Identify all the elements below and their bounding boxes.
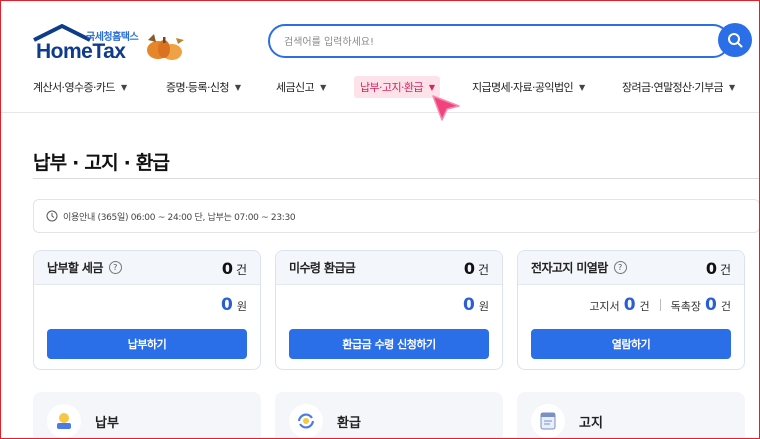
card-amount: 0원 — [463, 295, 489, 315]
quick-link-notice[interactable]: 고지 — [517, 392, 745, 439]
header-divider — [0, 112, 760, 113]
card-count: 0건 — [705, 259, 731, 278]
chevron-down-icon: ▼ — [428, 82, 435, 92]
separator — [659, 299, 661, 311]
payment-icon — [57, 413, 71, 429]
chevron-down-icon: ▼ — [579, 82, 585, 92]
pumpkin-icon — [147, 34, 184, 60]
site-header: 국세청홈택스 HomeTax 계산서·영수증·카드▼ 증명·등록·신청▼ 세금신… — [0, 0, 760, 112]
chevron-down-icon: ▼ — [320, 82, 326, 92]
view-notice-button[interactable]: 열람하기 — [531, 329, 731, 359]
quick-link-label: 환급 — [337, 416, 361, 431]
hometax-logo[interactable]: 국세청홈택스 HomeTax — [30, 22, 190, 66]
quick-link-label: 납부 — [95, 416, 119, 431]
card-title: 납부할 세금 — [47, 261, 103, 275]
notice-bill-icon — [540, 412, 556, 430]
card-unclaimed-refund: 미수령 환급금 0건 0원 환급금 수령 신청하기 — [275, 250, 503, 370]
pointer-cursor-icon — [432, 95, 460, 121]
chevron-down-icon: ▼ — [234, 82, 241, 92]
card-unread-e-notice: 전자고지 미열람 ? 0건 고지서 0 건 독촉장 0 건 열람하기 — [517, 250, 745, 370]
refund-claim-button[interactable]: 환급금 수령 신청하기 — [289, 329, 489, 359]
refund-icon — [297, 413, 315, 429]
card-amount: 0원 — [221, 295, 247, 315]
nav-item-payment-notice-refund[interactable]: 납부·고지·환급 ▼ — [354, 76, 441, 98]
nav-item-incentive-yearend-donation[interactable]: 장려금·연말정산·기부금 ▼ — [622, 76, 735, 98]
card-count: 0건 — [221, 259, 247, 278]
clock-icon — [46, 210, 58, 222]
main-navigation: 계산서·영수증·카드 ▼ 증명·등록·신청 ▼ 세금신고 ▼ 납부·고지·환급 ▼ 지급… — [0, 76, 760, 100]
pay-button[interactable]: 납부하기 — [47, 329, 247, 359]
nav-item-payment-statement[interactable]: 지급명세·자료·공익법인 ▼ — [472, 76, 585, 98]
nav-item-invoice-receipt-card[interactable]: 계산서·영수증·카드 ▼ — [33, 76, 127, 98]
quick-link-payment[interactable]: 납부 — [33, 392, 261, 439]
card-title: 전자고지 미열람 — [531, 261, 608, 275]
quick-link-label: 고지 — [579, 416, 603, 431]
logo-title: HomeTax — [36, 40, 126, 63]
nav-item-certificate-registration[interactable]: 증명·등록·신청 ▼ — [166, 76, 241, 98]
title-divider — [33, 178, 760, 179]
card-count: 0건 — [463, 259, 489, 278]
card-title: 미수령 환급금 — [289, 261, 356, 275]
help-icon[interactable]: ? — [613, 261, 627, 274]
help-icon[interactable]: ? — [108, 261, 122, 274]
search-icon — [728, 33, 743, 48]
search-box — [268, 24, 730, 58]
quick-link-refund[interactable]: 환급 — [275, 392, 503, 439]
usage-notice: 이용안내 (365일) 06:00 ~ 24:00 단, 납부는 07:00 ~… — [33, 199, 760, 233]
chevron-down-icon: ▼ — [120, 82, 127, 92]
card-tax-to-pay: 납부할 세금 ? 0건 0원 납부하기 — [33, 250, 261, 370]
chevron-down-icon: ▼ — [729, 82, 735, 92]
notice-breakdown: 고지서 0 건 독촉장 0 건 — [589, 295, 731, 315]
search-button[interactable] — [718, 23, 752, 57]
page-title: 납부 · 고지 · 환급 — [33, 152, 170, 174]
search-input[interactable] — [284, 32, 684, 52]
usage-notice-text: 이용안내 (365일) 06:00 ~ 24:00 단, 납부는 07:00 ~… — [63, 212, 296, 223]
nav-item-tax-filing[interactable]: 세금신고 ▼ — [276, 76, 326, 98]
